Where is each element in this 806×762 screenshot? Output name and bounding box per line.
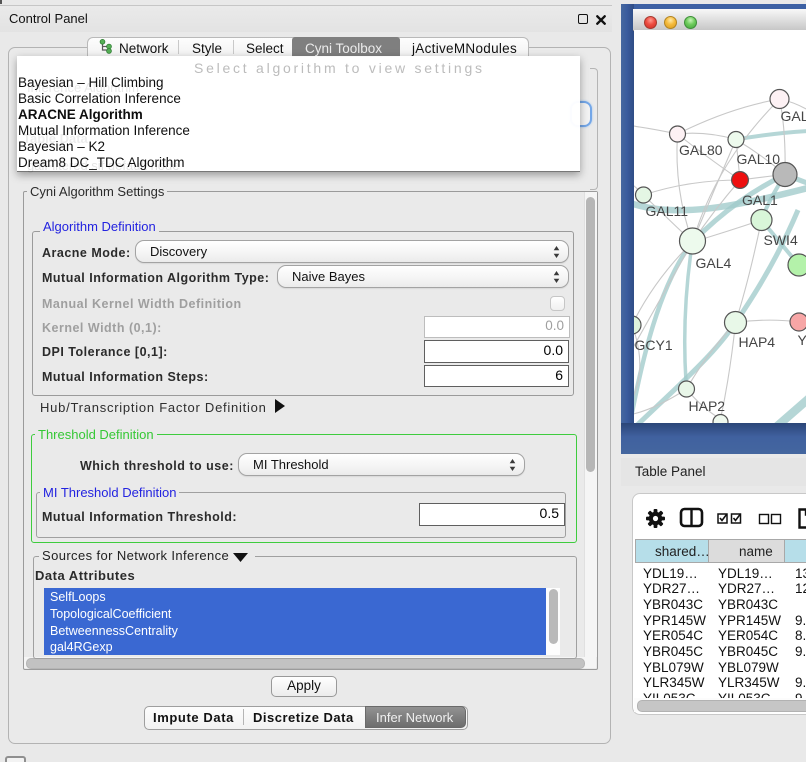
svg-text:GCY1: GCY1: [634, 337, 672, 353]
svg-text:HAP4: HAP4: [738, 334, 775, 350]
svg-text:GAL80: GAL80: [679, 142, 723, 158]
svg-text:Y: Y: [797, 332, 806, 348]
svg-text:GAL10: GAL10: [736, 151, 780, 167]
svg-text:SWI4: SWI4: [763, 232, 797, 248]
svg-text:HAP2: HAP2: [688, 398, 725, 414]
svg-text:GAL11: GAL11: [645, 203, 688, 219]
svg-text:GAL: GAL: [780, 108, 806, 124]
svg-text:GAL1: GAL1: [742, 192, 778, 208]
svg-text:GAL4: GAL4: [695, 255, 731, 271]
